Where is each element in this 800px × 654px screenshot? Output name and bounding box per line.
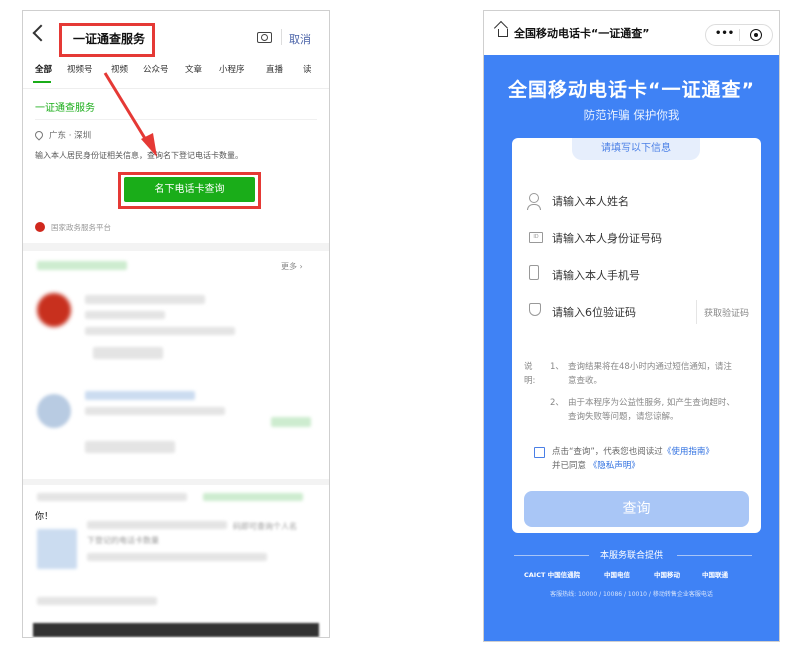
wechat-search-screen: 一证通查服务 取消 全部 视频号 视频 公众号 文章 小程序 直播 读 一证通查…: [22, 10, 330, 638]
blurred-text: [85, 327, 235, 335]
home-icon[interactable]: [498, 29, 508, 37]
more-link[interactable]: 更多 ›: [281, 261, 303, 272]
divider: [23, 88, 329, 89]
blurred-text: [37, 597, 157, 605]
partner-logos: CAICT 中国信通院 中国电信 中国移动 中国联通: [524, 569, 744, 581]
agreement-mid: 并已同意: [552, 461, 587, 471]
verification-code-field[interactable]: 请输入6位验证码 获取验证码: [524, 296, 749, 328]
result-text: 码即可查询个人名: [233, 522, 297, 531]
search-bar: 一证通查服务 取消: [23, 11, 329, 59]
service-title[interactable]: 一证通查服务: [35, 99, 95, 114]
cancel-button[interactable]: 取消: [289, 31, 311, 47]
agreement-text: 点击“查询”，代表您也阅读过《使用指南》: [552, 445, 714, 457]
camera-icon[interactable]: [257, 32, 272, 43]
red-arrow-annotation: [103, 72, 157, 157]
agreement-checkbox[interactable]: [534, 447, 545, 458]
section-gap: [23, 479, 329, 485]
phone-placeholder: 请输入本人手机号: [552, 269, 640, 282]
blurred-text: [85, 407, 225, 415]
blurred-text: [271, 417, 311, 427]
location-pin-icon: [33, 129, 45, 141]
divider: [677, 555, 752, 556]
phone-number-field[interactable]: 请输入本人手机号: [524, 259, 749, 291]
close-icon[interactable]: [750, 29, 762, 41]
government-emblem-icon: [35, 222, 45, 232]
id-placeholder: 请输入本人身份证号码: [552, 232, 662, 245]
more-icon[interactable]: •••: [715, 28, 734, 39]
blurred-text: [203, 493, 303, 501]
id-card-icon: ID: [529, 232, 543, 243]
blurred-text: [87, 553, 267, 561]
note-text: 查询结果将在48小时内通过短信通知，请注意查收。: [568, 362, 732, 386]
blurred-text: [85, 295, 205, 304]
blurred-text: [85, 311, 165, 319]
mini-program-title-bar: 全国移动电话卡“一证通查” •••: [484, 11, 779, 55]
query-button[interactable]: 查询: [524, 491, 749, 527]
shield-icon: [529, 303, 541, 316]
blurred-text: [85, 391, 195, 400]
blurred-text: [87, 521, 227, 529]
agreement-text: 并已同意 《隐私声明》: [552, 459, 640, 471]
id-number-field[interactable]: ID 请输入本人身份证号码: [524, 222, 749, 254]
active-tab-indicator: [33, 81, 51, 83]
blurred-text: [37, 493, 187, 501]
location-text: 广东 · 深圳: [49, 131, 92, 141]
result-text: 下登记的电话卡数量: [87, 536, 159, 545]
capsule-menu: •••: [705, 24, 773, 46]
divider: [696, 300, 697, 324]
china-unicom-logo: 中国联通: [702, 571, 728, 579]
code-placeholder: 请输入6位验证码: [552, 306, 636, 319]
tab-live[interactable]: 直播: [266, 63, 283, 75]
blurred-image: [33, 623, 319, 637]
tab-articles[interactable]: 文章: [185, 63, 202, 75]
hero-title: 全国移动电话卡“一证通查”: [508, 79, 755, 101]
privacy-statement-link[interactable]: 《隐私声明》: [589, 461, 640, 471]
search-input[interactable]: 一证通查服务: [73, 30, 145, 47]
china-mobile-logo: 中国移动: [654, 571, 680, 579]
divider: [739, 29, 740, 41]
divider: [281, 29, 282, 45]
blurred-text: [85, 441, 175, 453]
tab-channels[interactable]: 视频号: [67, 63, 93, 75]
result-text: 你！: [35, 512, 54, 522]
search-tabs: 全部 视频号 视频 公众号 文章 小程序 直播 读: [23, 63, 329, 85]
hotline-text: 客服热线: 10000 / 10086 / 10010 / 移动转售企业客服电话: [550, 591, 713, 598]
query-form-card: 请填写以下信息 请输入本人姓名 ID 请输入本人身份证号码 请输入本人手机号 请…: [512, 138, 761, 533]
china-telecom-logo: 中国电信: [604, 571, 630, 579]
seal-icon: [37, 293, 71, 327]
tab-mini-programs[interactable]: 小程序: [219, 63, 245, 75]
divider: [35, 119, 317, 120]
name-placeholder: 请输入本人姓名: [552, 195, 629, 208]
back-arrow-icon[interactable]: [32, 24, 50, 42]
tab-all[interactable]: 全部: [35, 63, 52, 75]
provider-text: 国家政务服务平台: [51, 223, 111, 232]
account-avatar-icon: [37, 394, 71, 428]
window-title: 全国移动电话卡“一证通查”: [514, 27, 650, 40]
blurred-text: [37, 261, 127, 270]
mini-program-screen: 全国移动电话卡“一证通查” ••• 全国移动电话卡“一证通查” 防范诈骗 保护你…: [483, 10, 780, 642]
blurred-text: [93, 347, 163, 359]
caict-logo: CAICT 中国信通院: [524, 571, 581, 579]
tab-read[interactable]: 读: [303, 63, 312, 75]
user-icon: [527, 193, 541, 210]
name-field[interactable]: 请输入本人姓名: [524, 185, 749, 217]
note-number: 1、: [550, 362, 564, 372]
notes-label: 说明:: [524, 362, 536, 386]
user-guide-link[interactable]: 《使用指南》: [663, 447, 714, 457]
hero-subtitle: 防范诈骗 保护你我: [583, 108, 680, 122]
note-number: 2、: [550, 398, 564, 408]
phone-icon: [529, 265, 539, 280]
get-code-button[interactable]: 获取验证码: [704, 306, 749, 319]
section-gap: [23, 243, 329, 251]
phone-card-query-button[interactable]: 名下电话卡查询: [124, 177, 255, 202]
note-text: 由于本程序为公益性服务, 如产生查询超时、查询失败等问题，请您谅解。: [568, 398, 735, 422]
card-header: 请填写以下信息: [572, 138, 700, 160]
agreement-prefix: 点击“查询”，代表您也阅读过: [552, 447, 663, 457]
blurred-image: [37, 529, 77, 569]
